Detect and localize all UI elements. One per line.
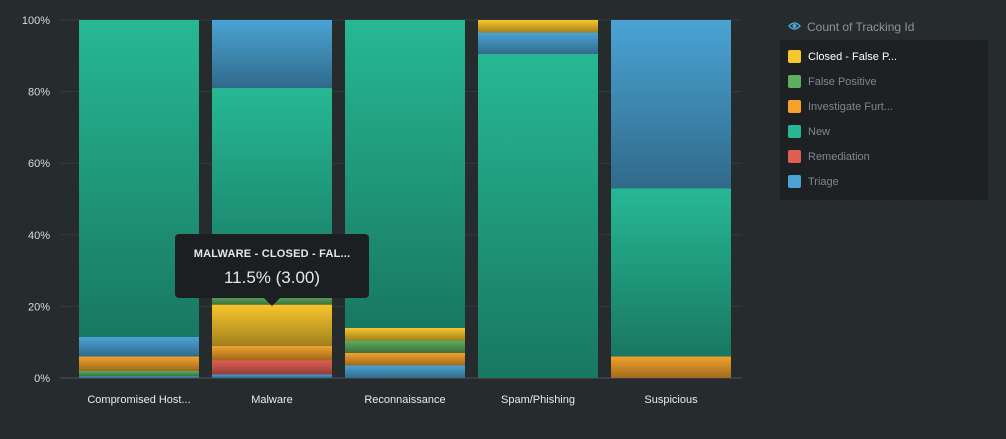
legend: Count of Tracking Id Closed - False P...… [780, 14, 1006, 200]
x-tick-label: Malware [251, 394, 293, 406]
tooltip: MALWARE - CLOSED - FAL... 11.5% (3.00) [175, 234, 369, 306]
legend-item[interactable]: New [780, 119, 988, 144]
y-tick-label: 60% [28, 158, 50, 170]
legend-swatch [788, 75, 801, 88]
bar-segment-shade [79, 356, 199, 371]
bar-segment-shade [345, 352, 465, 366]
tooltip-arrow [264, 298, 280, 306]
bar-segment-shade [478, 20, 598, 33]
legend-item[interactable]: Remediation [780, 144, 988, 169]
bar-segment-shade [345, 365, 465, 378]
legend-label: Investigate Furt... [808, 100, 893, 113]
legend-swatch [788, 100, 801, 113]
eye-icon[interactable] [788, 20, 801, 34]
bar-segment-shade [79, 336, 199, 357]
legend-item[interactable]: Investigate Furt... [780, 94, 988, 119]
x-tick-label: Spam/Phishing [501, 394, 575, 406]
y-tick-label: 20% [28, 301, 50, 313]
legend-label: New [808, 125, 831, 138]
bar-segment-shade [345, 327, 465, 341]
legend-item[interactable]: False Positive [780, 69, 988, 94]
bar-segment-shade [79, 376, 199, 378]
bar-segment-shade [611, 20, 731, 189]
y-tick-label: 100% [22, 15, 50, 27]
x-tick-label: Reconnaissance [364, 394, 445, 406]
legend-swatch [788, 50, 801, 63]
bar-segment-shade [212, 360, 332, 375]
legend-label: Remediation [808, 150, 870, 163]
legend-item[interactable]: Triage [780, 169, 988, 194]
x-tick-label: Compromised Host... [87, 394, 190, 406]
bars[interactable] [79, 20, 731, 378]
y-tick-label: 40% [28, 230, 50, 242]
bar-segment-shade [212, 304, 332, 346]
legend-label: Closed - False P... [808, 50, 898, 63]
bar-segment-shade [478, 54, 598, 378]
legend-label: Triage [808, 175, 839, 188]
legend-list: Closed - False P... False Positive Investi… [780, 40, 988, 200]
legend-item[interactable]: Closed - False P... [780, 44, 988, 69]
legend-title: Count of Tracking Id [807, 20, 915, 34]
stacked-bar-chart: 0% 20% 40% 60% 80% 100% Compromised Host... Ma… [22, 15, 742, 406]
y-axis-tick-labels: 0% 20% 40% 60% 80% 100% [22, 15, 50, 385]
bar-segment-shade [212, 374, 332, 378]
y-tick-label: 0% [34, 373, 50, 385]
tooltip-title: MALWARE - CLOSED - FAL... [193, 248, 351, 260]
x-axis-tick-labels: Compromised Host... Malware Reconnaissance… [87, 394, 698, 406]
legend-swatch [788, 125, 801, 138]
legend-label: False Positive [808, 75, 877, 88]
x-tick-label: Suspicious [644, 394, 698, 406]
bar-segment-shade [212, 345, 332, 361]
bar-segment-shade [212, 20, 332, 89]
legend-swatch [788, 175, 801, 188]
bar-segment-shade [79, 370, 199, 377]
bar-segment-shade [478, 32, 598, 55]
bar-segment-shade [611, 356, 731, 378]
legend-swatch [788, 150, 801, 163]
bar-segment-shade [611, 188, 731, 357]
y-tick-label: 80% [28, 87, 50, 99]
tooltip-value: 11.5% (3.00) [223, 268, 321, 287]
bar-segment-shade [345, 340, 465, 353]
legend-header[interactable]: Count of Tracking Id [780, 14, 1006, 40]
